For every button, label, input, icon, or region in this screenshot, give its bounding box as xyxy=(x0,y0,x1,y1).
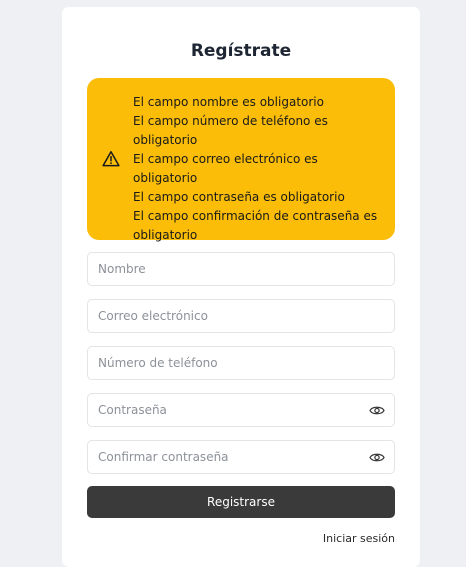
error-item-email: El campo correo electrónico es obligator… xyxy=(133,152,318,185)
eye-icon[interactable] xyxy=(369,404,385,417)
email-field-wrapper xyxy=(87,299,395,333)
error-item-password: El campo contraseña es obligatorio xyxy=(133,190,345,204)
error-list: El campo nombre es obligatorio El campo … xyxy=(133,93,385,245)
eye-icon[interactable] xyxy=(369,451,385,464)
phone-input[interactable] xyxy=(88,347,394,379)
error-item-confirm-password: El campo confirmación de contraseña es o… xyxy=(133,209,378,242)
email-input[interactable] xyxy=(88,300,394,332)
register-card: Regístrate El campo nombre es obligatori… xyxy=(62,7,420,567)
name-field-wrapper xyxy=(87,252,395,286)
confirm-password-input[interactable] xyxy=(88,441,394,473)
error-item-phone: El campo número de teléfono es obligator… xyxy=(133,114,328,147)
password-input[interactable] xyxy=(88,394,394,426)
validation-alert: El campo nombre es obligatorio El campo … xyxy=(87,78,395,242)
register-button[interactable]: Registrarse xyxy=(87,486,395,518)
warning-triangle-icon xyxy=(102,151,120,167)
page-title: Regístrate xyxy=(190,41,292,61)
error-item-name: El campo nombre es obligatorio xyxy=(133,95,324,109)
confirm-password-field-wrapper xyxy=(87,440,395,474)
login-link[interactable]: Iniciar sesión xyxy=(323,532,395,545)
phone-field-wrapper xyxy=(87,346,395,380)
password-field-wrapper xyxy=(87,393,395,427)
name-input[interactable] xyxy=(88,253,394,285)
